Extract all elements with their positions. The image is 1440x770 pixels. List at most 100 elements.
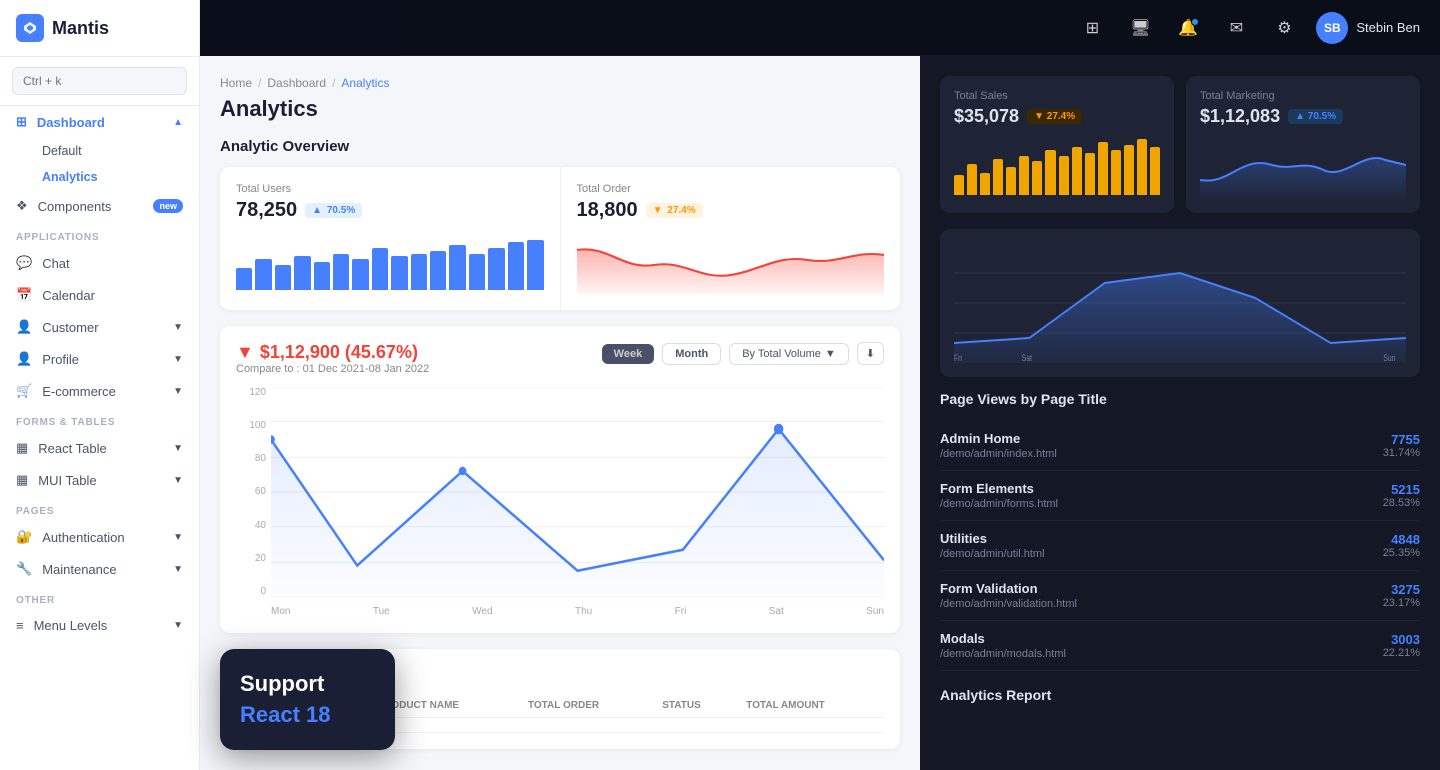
bar — [236, 268, 252, 290]
search-input[interactable] — [12, 67, 187, 95]
sidebar-item-customer[interactable]: 👤 Customer ▼ — [0, 311, 199, 343]
chevron-down-icon-6: ▼ — [173, 532, 183, 543]
stat-badge-orders: ▼ 27.4% — [646, 203, 703, 218]
income-header: ▼ $1,12,900 (45.67%) Compare to : 01 Dec… — [236, 342, 884, 375]
page-view-item: Form Elements /demo/admin/forms.html 521… — [940, 471, 1420, 521]
sidebar-item-chat[interactable]: 💬 Chat — [0, 247, 199, 279]
right-panel: Total Sales $35,078 ▼ 27.4% — [920, 56, 1440, 770]
mini-bar-chart-users — [236, 230, 544, 290]
applications-section-label: Applications — [0, 222, 199, 247]
sidebar-item-react-table[interactable]: ▦ React Table ▼ — [0, 432, 199, 464]
chart-plot-area — [271, 387, 884, 597]
ecommerce-icon: 🛒 — [16, 383, 32, 399]
month-button[interactable]: Month — [662, 343, 721, 365]
breadcrumb: Home / Dashboard / Analytics — [220, 76, 900, 90]
chevron-down-icon-5: ▼ — [173, 475, 183, 486]
week-button[interactable]: Week — [602, 344, 655, 364]
other-section-label: Other — [0, 585, 199, 610]
bar — [449, 245, 465, 290]
stat-value-users: 78,250 ▲ 70.5% — [236, 199, 544, 222]
page-view-item: Form Validation /demo/admin/validation.h… — [940, 571, 1420, 621]
menu-icon: ≡ — [16, 618, 24, 633]
analytics-report-title: Analytics Report — [940, 687, 1420, 703]
bar — [430, 251, 446, 290]
dark-stat-badge-sales: ▼ 27.4% — [1027, 109, 1082, 124]
income-controls: Week Month By Total Volume ▼ ⬇ — [602, 342, 884, 365]
stat-value-orders: 18,800 ▼ 27.4% — [577, 199, 885, 222]
dark-stat-label-marketing: Total Marketing — [1200, 90, 1406, 102]
stat-badge-users: ▲ 70.5% — [305, 203, 362, 218]
dark-stat-badge-marketing: ▲ 70.5% — [1288, 109, 1343, 124]
notification-badge — [1191, 18, 1199, 26]
notifications-button[interactable]: 🔔 — [1172, 12, 1204, 44]
auth-icon: 🔐 — [16, 529, 32, 545]
income-value: ▼ $1,12,900 (45.67%) — [236, 342, 429, 363]
chevron-down-icon-3: ▼ — [173, 386, 183, 397]
col-status: STATUS — [654, 694, 738, 718]
volume-button[interactable]: By Total Volume ▼ — [729, 343, 849, 365]
apps-button[interactable]: ⊞ — [1076, 12, 1108, 44]
forms-tables-section-label: Forms & Tables — [0, 407, 199, 432]
avatar: SB — [1316, 12, 1348, 44]
income-card: ▼ $1,12,900 (45.67%) Compare to : 01 Dec… — [220, 326, 900, 633]
chevron-down-icon-7: ▼ — [173, 564, 183, 575]
sidebar-item-ecommerce[interactable]: 🛒 E-commerce ▼ — [0, 375, 199, 407]
sidebar-item-profile[interactable]: 👤 Profile ▼ — [0, 343, 199, 375]
monitor-button[interactable]: 🖥 — [1124, 12, 1156, 44]
download-button[interactable]: ⬇ — [857, 342, 884, 365]
income-compare: Compare to : 01 Dec 2021-08 Jan 2022 — [236, 363, 429, 375]
sidebar-item-dashboard[interactable]: ⊞ Dashboard ▲ — [0, 106, 199, 138]
bar — [469, 254, 485, 290]
income-line-chart: 120 100 80 60 40 20 0 — [236, 387, 884, 617]
sidebar-sub-analytics[interactable]: Analytics — [0, 164, 199, 190]
sidebar-sub-default[interactable]: Default — [0, 138, 199, 164]
bar — [391, 256, 407, 290]
sidebar-item-menu-levels[interactable]: ≡ Menu Levels ▼ — [0, 610, 199, 641]
bar — [294, 256, 310, 290]
react-table-icon: ▦ — [16, 440, 28, 456]
bar — [411, 254, 427, 290]
svg-text:Sun: Sun — [1383, 353, 1395, 363]
page-view-item: Modals /demo/admin/modals.html 3003 22.2… — [940, 621, 1420, 671]
page-views-title: Page Views by Page Title — [940, 391, 1420, 407]
user-menu[interactable]: SB Stebin Ben — [1316, 12, 1420, 44]
chevron-down-icon-4: ▼ — [173, 443, 183, 454]
sidebar-item-calendar[interactable]: 📅 Calendar — [0, 279, 199, 311]
page-title: Analytics — [220, 96, 900, 122]
dark-stat-card-sales: Total Sales $35,078 ▼ 27.4% — [940, 76, 1174, 213]
bar — [255, 259, 271, 290]
components-icon: ❖ — [16, 198, 28, 214]
sidebar-item-mui-table[interactable]: ▦ MUI Table ▼ — [0, 464, 199, 496]
support-popup-title: Support — [240, 671, 375, 697]
analytic-overview-title: Analytic Overview — [220, 138, 900, 155]
mini-area-orders — [577, 230, 885, 294]
topbar-icons: ⊞ 🖥 🔔 ✉ ⚙ SB Stebin Ben — [1076, 12, 1420, 44]
settings-button[interactable]: ⚙ — [1268, 12, 1300, 44]
page-view-item: Admin Home /demo/admin/index.html 7755 3… — [940, 421, 1420, 471]
chevron-down-icon: ▼ — [173, 322, 183, 333]
bar — [275, 265, 291, 290]
chevron-up-icon: ▲ — [173, 117, 183, 128]
maintenance-icon: 🔧 — [16, 561, 32, 577]
sidebar-logo[interactable]: Mantis — [0, 0, 199, 57]
chevron-down-icon-8: ▼ — [173, 620, 183, 631]
mail-button[interactable]: ✉ — [1220, 12, 1252, 44]
bar — [314, 262, 330, 290]
calendar-icon: 📅 — [16, 287, 32, 303]
chart-y-labels: 120 100 80 60 40 20 0 — [236, 387, 266, 597]
sidebar-search-container — [0, 57, 199, 106]
dark-stat-card-marketing: Total Marketing $1,12,083 ▲ 70.5% — [1186, 76, 1420, 213]
dark-stat-label-sales: Total Sales — [954, 90, 1160, 102]
dark-income-card: Fri Sat Sun — [940, 229, 1420, 377]
sidebar-item-components[interactable]: ❖ Components new — [0, 190, 199, 222]
dark-stat-value-sales: $35,078 ▼ 27.4% — [954, 106, 1160, 127]
support-popup[interactable]: Support React 18 — [220, 649, 395, 750]
sidebar-item-authentication[interactable]: 🔐 Authentication ▼ — [0, 521, 199, 553]
chart-x-labels: Mon Tue Wed Thu Fri Sat Sun — [271, 606, 884, 617]
username: Stebin Ben — [1356, 20, 1420, 35]
income-info: ▼ $1,12,900 (45.67%) Compare to : 01 Dec… — [236, 342, 429, 375]
sidebar-item-maintenance[interactable]: 🔧 Maintenance ▼ — [0, 553, 199, 585]
chat-icon: 💬 — [16, 255, 32, 271]
chevron-volume-icon: ▼ — [825, 348, 836, 360]
dark-stat-value-marketing: $1,12,083 ▲ 70.5% — [1200, 106, 1406, 127]
